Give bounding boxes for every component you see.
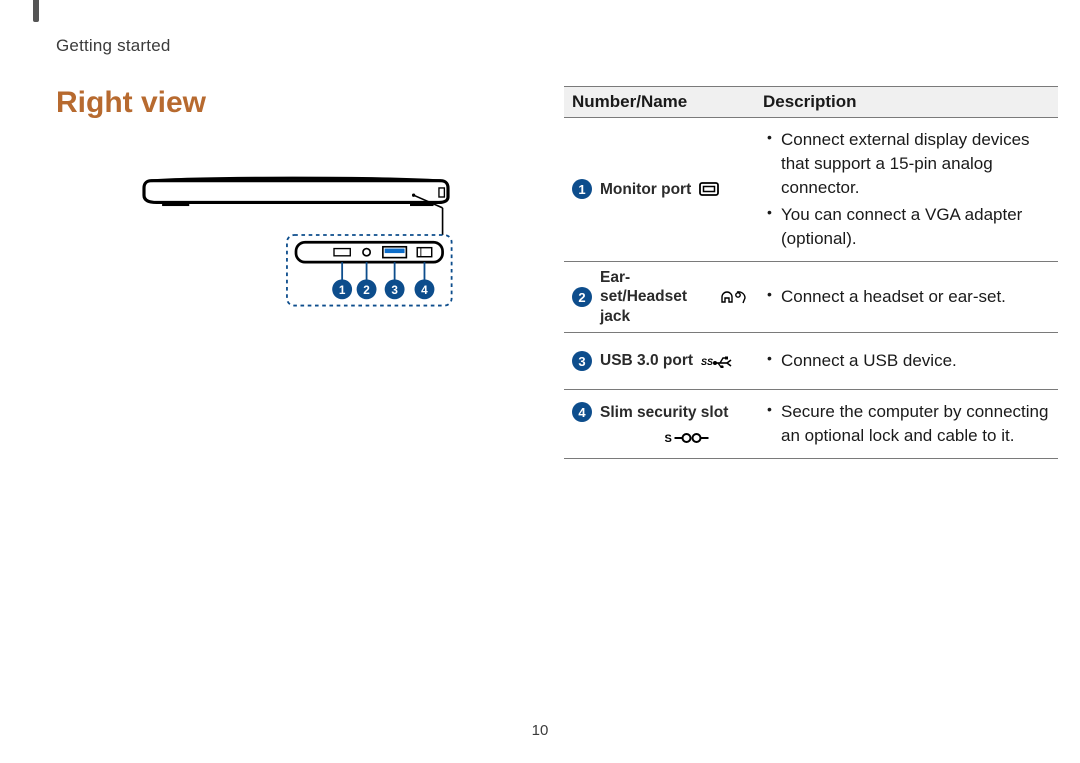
row-desc-item: Connect a USB device. — [781, 349, 1050, 373]
diagram-callout-3: 3 — [391, 284, 398, 297]
headset-jack-icon — [721, 290, 747, 304]
row-badge-3: 3 — [572, 351, 592, 371]
table-row: 1 Monitor port Connect external display … — [564, 118, 1058, 262]
page-tab-marker — [33, 0, 39, 22]
diagram-callout-2: 2 — [363, 284, 370, 297]
row-name-1: Monitor port — [600, 180, 691, 199]
row-desc-item: Connect external display devices that su… — [781, 128, 1050, 199]
diagram-callout-1: 1 — [339, 284, 346, 297]
row-badge-2: 2 — [572, 287, 592, 307]
row-name-2: Ear-set/Headset jack — [600, 268, 713, 326]
table-row: 2 Ear-set/Headset jack Connect a headset… — [564, 261, 1058, 332]
diagram-callout-4: 4 — [421, 284, 428, 297]
row-badge-4: 4 — [572, 402, 592, 422]
table-row: 3 USB 3.0 port SS — [564, 333, 1058, 390]
page-number: 10 — [0, 722, 1080, 739]
page-title: Right view — [56, 86, 536, 120]
device-right-view-diagram: 1 2 3 4 — [56, 144, 536, 326]
monitor-port-icon — [699, 182, 719, 196]
usb-ss-icon: SS — [701, 354, 733, 368]
row-name-3: USB 3.0 port — [600, 351, 693, 370]
row-desc-item: You can connect a VGA adapter (optional)… — [781, 203, 1050, 251]
svg-text:S: S — [665, 433, 672, 445]
svg-text:SS: SS — [701, 357, 713, 367]
ports-table: Number/Name Description 1 Monitor port — [564, 86, 1058, 459]
security-slot-icon: S — [600, 431, 775, 445]
table-row: 4 Slim security slot S — [564, 390, 1058, 459]
table-header-desc: Description — [755, 87, 1058, 118]
breadcrumb: Getting started — [56, 36, 1080, 56]
row-badge-1: 1 — [572, 179, 592, 199]
row-desc-item: Secure the computer by connecting an opt… — [781, 400, 1050, 448]
row-name-4: Slim security slot — [600, 403, 728, 422]
row-desc-item: Connect a headset or ear-set. — [781, 285, 1050, 309]
table-header-name: Number/Name — [564, 87, 755, 118]
